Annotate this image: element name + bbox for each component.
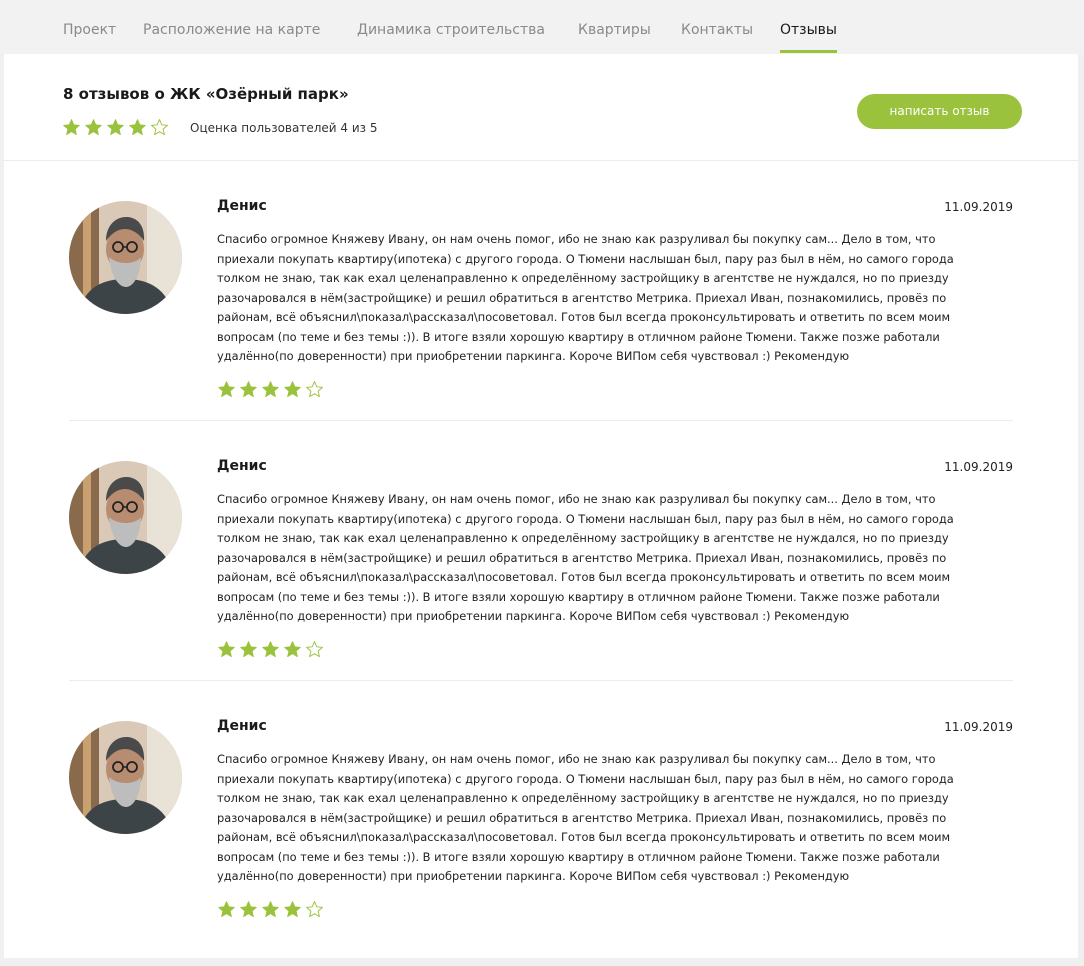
reviewer-avatar <box>69 201 182 314</box>
review-item: Денис 11.09.2019 Спасибо огромное Княжеву … <box>4 160 1078 420</box>
star-filled-icon <box>128 118 147 137</box>
review-text: Спасибо огромное Княжеву Ивану, он нам о… <box>217 492 954 623</box>
star-filled-icon <box>239 380 258 399</box>
review-author: Денис <box>217 198 267 214</box>
review-item: Денис 11.09.2019 Спасибо огромное Княжеву … <box>4 680 1078 940</box>
summary-rating-text: Оценка пользователей 4 из 5 <box>190 121 378 135</box>
star-filled-icon <box>62 118 81 137</box>
star-filled-icon <box>84 118 103 137</box>
review-date: 11.09.2019 <box>944 720 1013 734</box>
star-filled-icon <box>106 118 125 137</box>
star-filled-icon <box>283 380 302 399</box>
review-text: Спасибо огромное Княжеву Ивану, он нам о… <box>217 232 954 363</box>
star-filled-icon <box>261 900 280 919</box>
review-author: Денис <box>217 718 267 734</box>
tab-project[interactable]: Проект <box>63 22 116 38</box>
tab-construction-progress[interactable]: Динамика строительства <box>357 22 545 38</box>
review-author: Денис <box>217 458 267 474</box>
summary-rating-stars <box>62 118 169 137</box>
star-filled-icon <box>283 900 302 919</box>
star-filled-icon <box>283 640 302 659</box>
star-filled-icon <box>217 640 236 659</box>
tab-bar: Проект Расположение на карте Динамика ст… <box>0 0 1084 54</box>
reviews-summary: 8 отзывов о ЖК «Озёрный парк» Оценка пол… <box>4 54 1078 161</box>
star-filled-icon <box>217 900 236 919</box>
star-outline-icon <box>305 640 324 659</box>
tab-map-location[interactable]: Расположение на карте <box>143 22 320 38</box>
star-filled-icon <box>239 900 258 919</box>
star-outline-icon <box>150 118 169 137</box>
star-outline-icon <box>305 900 324 919</box>
reviews-title: 8 отзывов о ЖК «Озёрный парк» <box>63 85 349 103</box>
star-filled-icon <box>217 380 236 399</box>
review-item: Денис 11.09.2019 Спасибо огромное Княжеву … <box>4 420 1078 680</box>
write-review-button[interactable]: написать отзыв <box>857 94 1022 129</box>
review-rating-stars <box>217 380 324 399</box>
review-rating-stars <box>217 900 324 919</box>
tab-contacts[interactable]: Контакты <box>681 22 753 38</box>
review-date: 11.09.2019 <box>944 200 1013 214</box>
tab-apartments[interactable]: Квартиры <box>578 22 651 38</box>
review-date: 11.09.2019 <box>944 460 1013 474</box>
review-text: Спасибо огромное Княжеву Ивану, он нам о… <box>217 752 954 883</box>
star-outline-icon <box>305 380 324 399</box>
review-rating-stars <box>217 640 324 659</box>
star-filled-icon <box>261 640 280 659</box>
reviewer-avatar <box>69 461 182 574</box>
tab-reviews[interactable]: Отзывы <box>780 22 837 38</box>
active-tab-indicator <box>780 50 837 53</box>
star-filled-icon <box>261 380 280 399</box>
star-filled-icon <box>239 640 258 659</box>
reviewer-avatar <box>69 721 182 834</box>
reviews-card: 8 отзывов о ЖК «Озёрный парк» Оценка пол… <box>4 54 1078 958</box>
